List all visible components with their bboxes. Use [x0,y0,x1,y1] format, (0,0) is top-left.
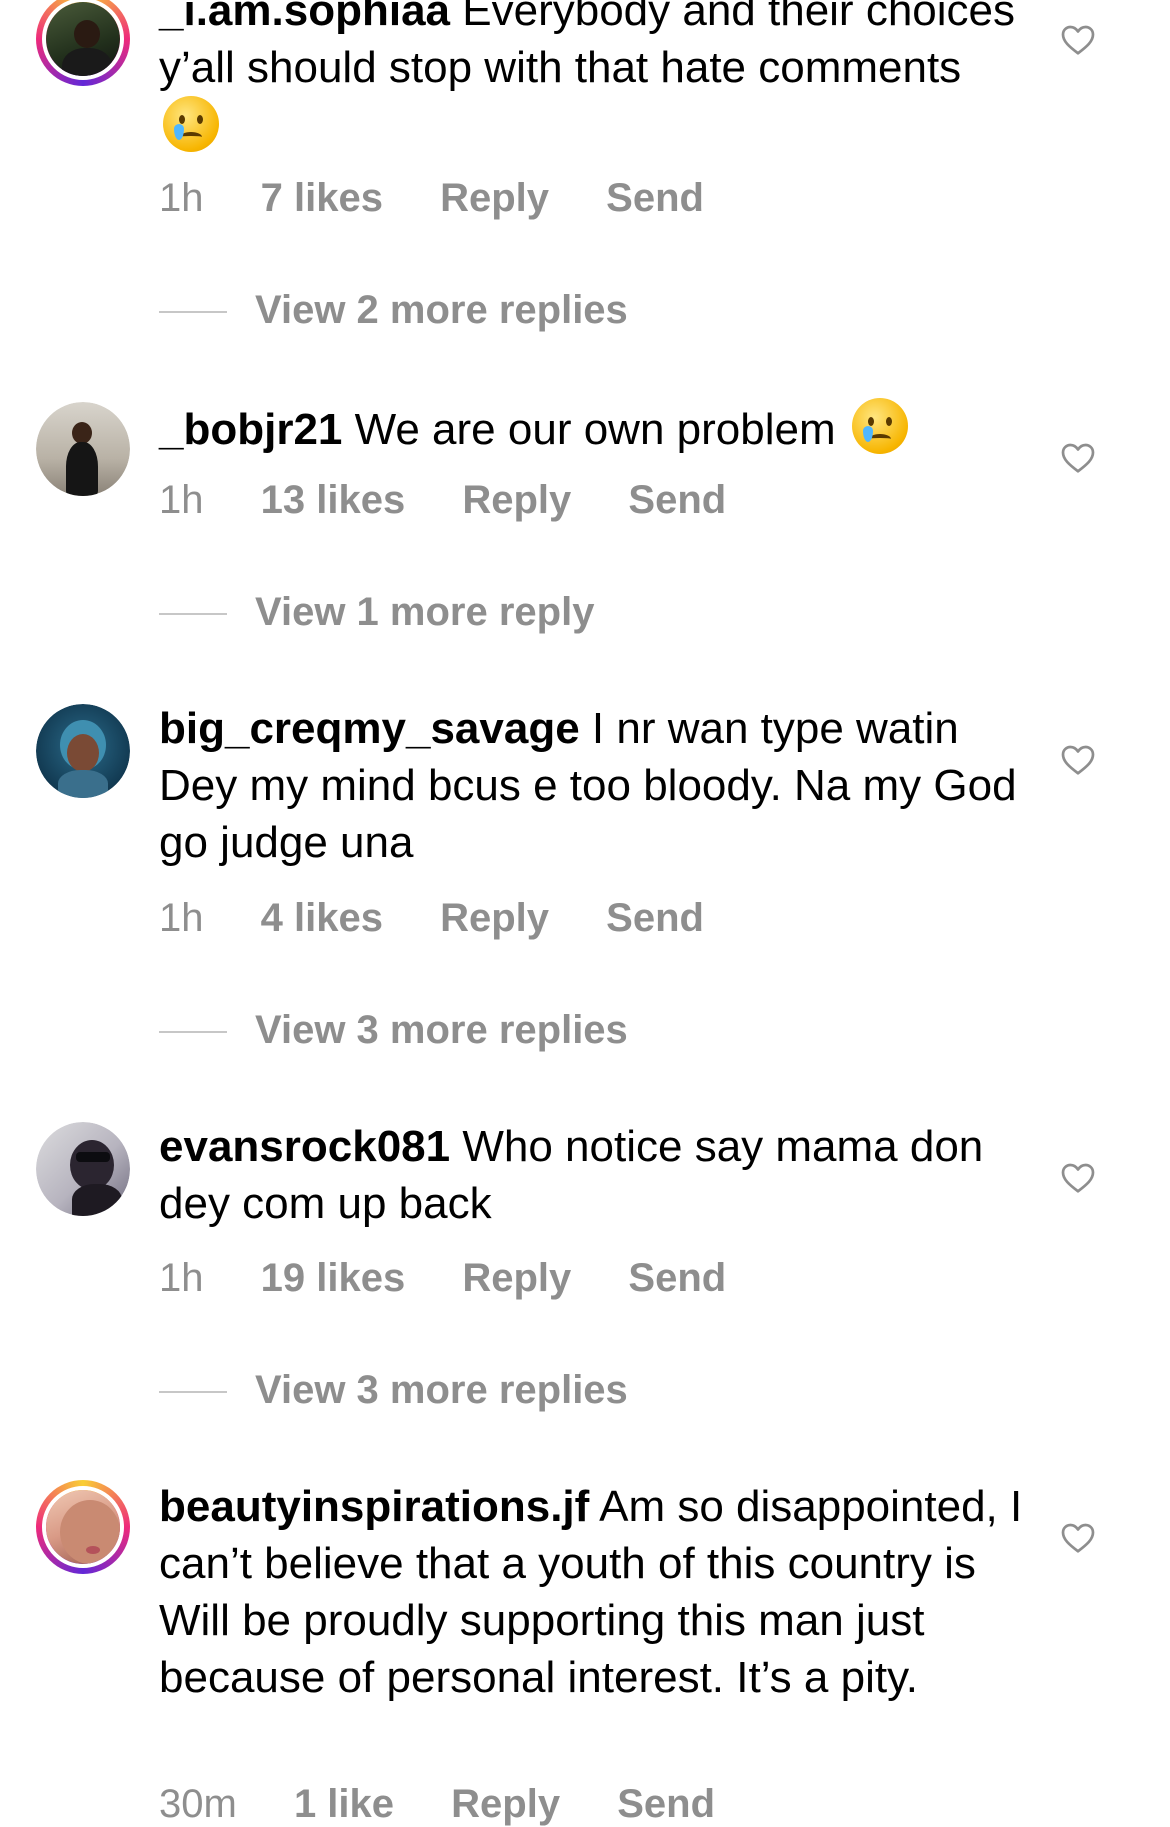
reply-button[interactable]: Reply [440,896,549,941]
heart-outline-icon[interactable] [1060,22,1096,56]
comment-text: _bobjr21 We are our own problem [159,398,1029,458]
avatar[interactable] [36,402,130,496]
comment-username[interactable]: big_creqmy_savage [159,704,580,753]
send-button[interactable]: Send [628,478,726,523]
send-button[interactable]: Send [606,896,704,941]
reply-button[interactable]: Reply [462,1256,571,1301]
view-replies-button[interactable]: View 2 more replies [159,288,628,333]
crying-face-icon [851,398,908,454]
avatar[interactable] [36,1122,130,1216]
replies-divider [159,311,227,314]
comment-meta: 1h 4 likes Reply Send [159,896,750,941]
reply-button[interactable]: Reply [440,176,549,221]
heart-outline-icon[interactable] [1060,440,1096,474]
view-replies-label: View 3 more replies [255,1368,628,1412]
heart-outline-icon[interactable] [1060,742,1096,776]
avatar[interactable] [36,1480,130,1574]
heart-outline-icon[interactable] [1060,1520,1096,1554]
send-button[interactable]: Send [628,1256,726,1301]
comment-meta: 1h 7 likes Reply Send [159,176,750,221]
likes-count[interactable]: 1 like [294,1782,394,1827]
send-button[interactable]: Send [617,1782,715,1827]
view-replies-label: View 2 more replies [255,288,628,332]
likes-count[interactable]: 13 likes [261,478,406,523]
likes-count[interactable]: 4 likes [261,896,383,941]
view-replies-label: View 3 more replies [255,1008,628,1052]
comment-meta: 1h 13 likes Reply Send [159,478,772,523]
send-button[interactable]: Send [606,176,704,221]
comment-meta: 30m 1 like Reply Send [159,1782,761,1827]
view-replies-label: View 1 more reply [255,590,595,634]
comment-meta: 1h 19 likes Reply Send [159,1256,772,1301]
comment-username[interactable]: _i.am.sophiaa [159,0,450,35]
replies-divider [159,1391,227,1394]
heart-outline-icon[interactable] [1060,1160,1096,1194]
comment-text: evansrock081 Who notice say mama don dey… [159,1118,1029,1232]
comment-time: 30m [159,1782,237,1826]
comment-time: 1h [159,1256,204,1300]
comment-body: We are our own problem [354,405,836,454]
view-replies-button[interactable]: View 3 more replies [159,1008,628,1053]
likes-count[interactable]: 19 likes [261,1256,406,1301]
comment-username[interactable]: evansrock081 [159,1122,450,1171]
view-replies-button[interactable]: View 1 more reply [159,590,594,635]
comment-time: 1h [159,896,204,940]
likes-count[interactable]: 7 likes [261,176,383,221]
reply-button[interactable]: Reply [451,1782,560,1827]
comment-text: big_creqmy_savage I nr wan type watin De… [159,700,1029,871]
replies-divider [159,1031,227,1034]
avatar[interactable] [36,0,130,86]
view-replies-button[interactable]: View 3 more replies [159,1368,628,1413]
comment-time: 1h [159,176,204,220]
comment-text: beautyinspirations.jf Am so disappointed… [159,1478,1029,1706]
comment-time: 1h [159,478,204,522]
crying-face-icon [163,96,219,152]
comment-username[interactable]: _bobjr21 [159,405,342,454]
reply-button[interactable]: Reply [462,478,571,523]
replies-divider [159,613,227,616]
comment-username[interactable]: beautyinspirations.jf [159,1482,589,1531]
avatar[interactable] [36,704,130,798]
comment-text: _i.am.sophiaa Everybody and their choice… [159,0,1029,156]
